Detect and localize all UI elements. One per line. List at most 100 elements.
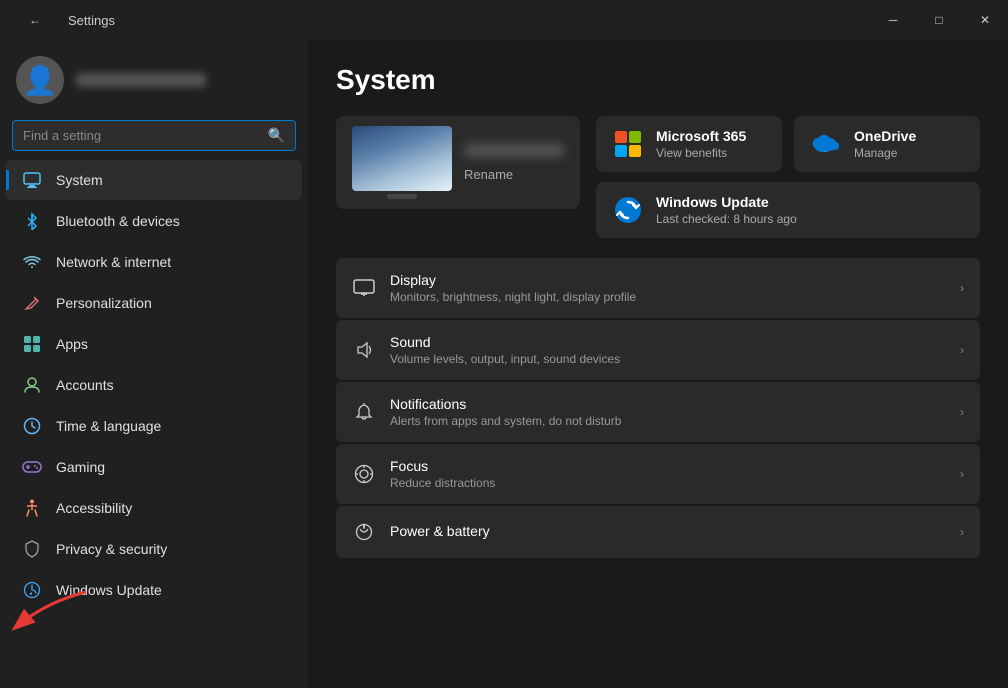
back-icon: ← — [29, 13, 41, 27]
display-icon — [352, 276, 376, 300]
sidebar-item-time[interactable]: Time & language — [6, 406, 302, 446]
search-input[interactable] — [23, 128, 260, 143]
avatar: 👤 — [16, 56, 64, 104]
sidebar-item-label: Time & language — [56, 418, 161, 434]
power-text: Power & battery — [390, 523, 490, 541]
m365-subtitle: View benefits — [656, 146, 746, 160]
back-button[interactable]: ← — [12, 0, 58, 40]
sidebar-item-accounts[interactable]: Accounts — [6, 365, 302, 405]
titlebar: ← Settings ─ □ ✕ — [0, 0, 1008, 40]
onedrive-icon — [810, 128, 842, 160]
close-button[interactable]: ✕ — [962, 0, 1008, 40]
settings-item-notifications[interactable]: Notifications Alerts from apps and syste… — [336, 382, 980, 442]
minimize-button[interactable]: ─ — [870, 0, 916, 40]
settings-item-display[interactable]: Display Monitors, brightness, night ligh… — [336, 258, 980, 318]
maximize-button[interactable]: □ — [916, 0, 962, 40]
sidebar-item-label: Privacy & security — [56, 541, 167, 557]
sound-desc: Volume levels, output, input, sound devi… — [390, 352, 620, 366]
settings-item-focus[interactable]: Focus Reduce distractions › — [336, 444, 980, 504]
notifications-icon — [352, 400, 376, 424]
page-title: System — [336, 64, 980, 96]
network-icon — [22, 252, 42, 272]
winupdate-title: Windows Update — [656, 194, 797, 210]
sidebar-item-system[interactable]: System — [6, 160, 302, 200]
sidebar-item-label: Apps — [56, 336, 88, 352]
chevron-icon: › — [960, 343, 964, 357]
bluetooth-icon — [22, 211, 42, 231]
sidebar-item-label: System — [56, 172, 103, 188]
sidebar-item-apps[interactable]: Apps — [6, 324, 302, 364]
apps-icon — [22, 334, 42, 354]
focus-title: Focus — [390, 458, 495, 474]
user-name — [76, 73, 206, 87]
sidebar-nav: System Bluetooth & devices — [0, 159, 308, 611]
winupdate-subtitle: Last checked: 8 hours ago — [656, 212, 797, 226]
power-icon — [352, 520, 376, 544]
monitor-name-blurred — [464, 144, 564, 157]
chevron-icon: › — [960, 525, 964, 539]
sound-text: Sound Volume levels, output, input, soun… — [390, 334, 620, 366]
time-icon — [22, 416, 42, 436]
chevron-icon: › — [960, 281, 964, 295]
monitor-preview — [352, 126, 452, 191]
winupdate-icon — [612, 194, 644, 226]
sidebar-item-accessibility[interactable]: Accessibility — [6, 488, 302, 528]
display-text: Display Monitors, brightness, night ligh… — [390, 272, 636, 304]
display-title: Display — [390, 272, 636, 288]
onedrive-subtitle: Manage — [854, 146, 916, 160]
sidebar-item-label: Personalization — [56, 295, 152, 311]
sidebar-item-bluetooth[interactable]: Bluetooth & devices — [6, 201, 302, 241]
widgets-row: Rename — [336, 116, 980, 238]
search-box[interactable]: 🔍 — [12, 120, 296, 151]
widget-row-top: Microsoft 365 View benefits — [596, 116, 980, 172]
sidebar-item-label: Network & internet — [56, 254, 171, 270]
sidebar-item-personalization[interactable]: Personalization — [6, 283, 302, 323]
sidebar-item-label: Gaming — [56, 459, 105, 475]
display-desc: Monitors, brightness, night light, displ… — [390, 290, 636, 304]
notifications-title: Notifications — [390, 396, 621, 412]
sidebar-item-label: Accessibility — [56, 500, 132, 516]
settings-item-sound[interactable]: Sound Volume levels, output, input, soun… — [336, 320, 980, 380]
settings-list: Display Monitors, brightness, night ligh… — [336, 258, 980, 558]
chevron-icon: › — [960, 467, 964, 481]
notifications-desc: Alerts from apps and system, do not dist… — [390, 414, 621, 428]
sidebar-item-label: Accounts — [56, 377, 114, 393]
focus-desc: Reduce distractions — [390, 476, 495, 490]
chevron-icon: › — [960, 405, 964, 419]
onedrive-text: OneDrive Manage — [854, 128, 916, 160]
power-title: Power & battery — [390, 523, 490, 539]
winupdate-text: Windows Update Last checked: 8 hours ago — [656, 194, 797, 226]
m365-title: Microsoft 365 — [656, 128, 746, 144]
m365-text: Microsoft 365 View benefits — [656, 128, 746, 160]
system-icon — [22, 170, 42, 190]
rename-button[interactable]: Rename — [464, 167, 564, 182]
sidebar-item-network[interactable]: Network & internet — [6, 242, 302, 282]
focus-text: Focus Reduce distractions — [390, 458, 495, 490]
monitor-stand — [387, 194, 417, 199]
user-icon: 👤 — [23, 64, 58, 97]
sidebar-item-windowsupdate[interactable]: Windows Update — [6, 570, 302, 610]
sidebar-item-privacy[interactable]: Privacy & security — [6, 529, 302, 569]
accessibility-icon — [22, 498, 42, 518]
focus-icon — [352, 462, 376, 486]
onedrive-title: OneDrive — [854, 128, 916, 144]
window-controls: ─ □ ✕ — [870, 0, 1008, 40]
settings-item-power[interactable]: Power & battery › — [336, 506, 980, 558]
notifications-text: Notifications Alerts from apps and syste… — [390, 396, 621, 428]
sidebar-item-label: Bluetooth & devices — [56, 213, 180, 229]
monitor-card[interactable]: Rename — [336, 116, 580, 209]
personalization-icon — [22, 293, 42, 313]
search-icon: 🔍 — [268, 127, 285, 144]
widget-onedrive[interactable]: OneDrive Manage — [794, 116, 980, 172]
sidebar-item-gaming[interactable]: Gaming — [6, 447, 302, 487]
right-widgets: Microsoft 365 View benefits — [596, 116, 980, 238]
content-area: System Rename — [308, 40, 1008, 688]
widget-microsoft365[interactable]: Microsoft 365 View benefits — [596, 116, 782, 172]
gaming-icon — [22, 457, 42, 477]
user-profile[interactable]: 👤 — [0, 40, 308, 116]
sound-title: Sound — [390, 334, 620, 350]
widget-windowsupdate[interactable]: Windows Update Last checked: 8 hours ago — [596, 182, 980, 238]
red-arrow-annotation — [0, 582, 116, 640]
accounts-icon — [22, 375, 42, 395]
sound-icon — [352, 338, 376, 362]
